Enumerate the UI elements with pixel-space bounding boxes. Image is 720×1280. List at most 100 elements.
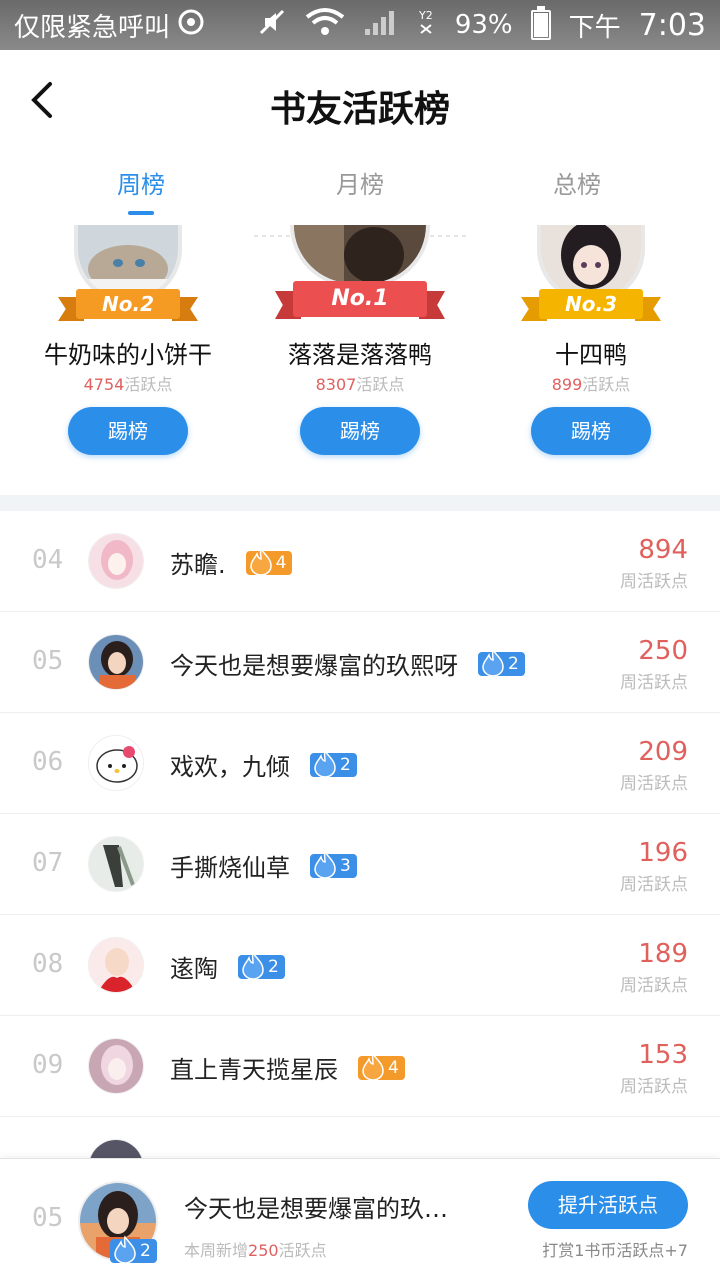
gain-value: 250 bbox=[248, 1241, 279, 1260]
activity-badge: 2 bbox=[238, 950, 285, 979]
flame-icon bbox=[114, 1235, 136, 1263]
badge-level: 3 bbox=[340, 855, 351, 876]
list-item[interactable]: 04 苏瞻. 4 894 周活跃点 bbox=[0, 511, 720, 612]
activity-label: 周活跃点 bbox=[620, 875, 688, 895]
activity-value: 196 bbox=[638, 838, 688, 868]
podium-second: No.2 牛奶味的小饼干 4754活跃点 踢榜 bbox=[8, 225, 248, 465]
rank-number: 07 bbox=[32, 848, 64, 878]
signal-2-icon: Y2 bbox=[417, 7, 437, 44]
tab-weekly[interactable]: 周榜 bbox=[61, 165, 221, 200]
reward-tip: 打赏1书币活跃点+7 bbox=[542, 1241, 688, 1260]
my-name: 今天也是想要爆富的玖… bbox=[184, 1195, 448, 1223]
flame-icon bbox=[242, 950, 264, 979]
avatar[interactable] bbox=[88, 735, 144, 791]
podium-points: 899活跃点 bbox=[471, 371, 711, 395]
rank-number: 06 bbox=[32, 747, 64, 777]
flame-icon bbox=[314, 849, 336, 878]
list-item[interactable]: 07 手撕烧仙草 3 196 周活跃点 bbox=[0, 814, 720, 915]
rank-number: 08 bbox=[32, 949, 64, 979]
clock: 7:03 bbox=[638, 7, 706, 43]
user-name-row: 直上青天揽星辰 4 bbox=[170, 1050, 405, 1085]
battery-fill bbox=[533, 12, 548, 37]
tab-total[interactable]: 总榜 bbox=[497, 165, 657, 200]
points-value: 8307 bbox=[315, 375, 357, 394]
boost-activity-button[interactable]: 提升活跃点 bbox=[528, 1181, 688, 1229]
points-value: 899 bbox=[551, 375, 583, 394]
flame-icon bbox=[249, 546, 272, 575]
activity-value: 153 bbox=[638, 1040, 688, 1070]
rank-tabs: 周榜 月榜 总榜 bbox=[0, 165, 720, 217]
my-activity-badge: 2 bbox=[110, 1235, 157, 1263]
podium-name: 牛奶味的小饼干 bbox=[44, 341, 212, 369]
activity-badge: 3 bbox=[310, 849, 357, 878]
points-value: 4754 bbox=[83, 375, 125, 394]
activity-badge: 2 bbox=[478, 647, 525, 676]
user-name: 逺陶 bbox=[170, 955, 218, 983]
rank-ribbon: No.1 bbox=[275, 281, 445, 325]
podium-third: No.3 十四鸭 899活跃点 踢榜 bbox=[471, 225, 711, 465]
activity-value: 209 bbox=[638, 737, 688, 767]
podium-first: No.1 落落是落落鸭 8307活跃点 踢榜 bbox=[240, 225, 480, 465]
podium-points: 4754活跃点 bbox=[8, 371, 248, 395]
status-bar: 仅限紧急呼叫 Y2 93% 下午 7:03 bbox=[0, 0, 720, 50]
list-item[interactable]: 05 今天也是想要爆富的玖熙呀 2 250 周活跃点 bbox=[0, 612, 720, 713]
badge-level: 4 bbox=[275, 552, 287, 573]
activity-label: 周活跃点 bbox=[620, 572, 688, 592]
ranking-list: 04 苏瞻. 4 894 周活跃点 05 今天也是想要爆富的玖熙呀 2 250 … bbox=[0, 511, 720, 1218]
avatar[interactable] bbox=[88, 634, 144, 690]
avatar[interactable] bbox=[88, 1038, 144, 1094]
flame-icon bbox=[362, 1051, 384, 1080]
activity-badge: 4 bbox=[358, 1051, 405, 1080]
user-name: 直上青天揽星辰 bbox=[170, 1056, 338, 1084]
badge-level: 2 bbox=[140, 1241, 151, 1261]
kick-button[interactable]: 踢榜 bbox=[531, 407, 651, 455]
my-rank-number: 05 bbox=[32, 1203, 64, 1233]
points-unit: 活跃点 bbox=[124, 375, 173, 394]
battery-percent: 93% bbox=[454, 10, 513, 40]
activity-value: 189 bbox=[638, 939, 688, 969]
badge-level: 4 bbox=[388, 1057, 399, 1078]
mute-icon bbox=[257, 7, 287, 44]
activity-label: 周活跃点 bbox=[620, 774, 688, 794]
rank-number: 04 bbox=[32, 545, 64, 575]
badge-level: 2 bbox=[340, 754, 351, 775]
avatar[interactable] bbox=[290, 225, 430, 287]
list-item[interactable]: 06 戏欢，九倾 2 209 周活跃点 bbox=[0, 713, 720, 814]
user-name-row: 今天也是想要爆富的玖熙呀 2 bbox=[170, 646, 525, 681]
badge-level: 2 bbox=[508, 653, 519, 674]
kick-button[interactable]: 踢榜 bbox=[68, 407, 188, 455]
points-unit: 活跃点 bbox=[582, 375, 631, 394]
flame-icon bbox=[314, 748, 336, 777]
header: 书友活跃榜 bbox=[0, 50, 720, 150]
avatar[interactable] bbox=[88, 533, 144, 589]
kick-button[interactable]: 踢榜 bbox=[300, 407, 420, 455]
activity-value: 250 bbox=[638, 636, 688, 666]
rank-ribbon: No.3 bbox=[521, 289, 661, 325]
user-name-row: 逺陶 2 bbox=[170, 949, 285, 984]
page-title: 书友活跃榜 bbox=[269, 88, 450, 130]
activity-label: 周活跃点 bbox=[620, 673, 688, 693]
my-weekly-gain: 本周新增250活跃点 bbox=[184, 1237, 327, 1261]
wifi-icon bbox=[305, 7, 345, 44]
rank-label: No.3 bbox=[539, 289, 643, 319]
list-item[interactable]: 08 逺陶 2 189 周活跃点 bbox=[0, 915, 720, 1016]
activity-badge: 2 bbox=[310, 748, 357, 777]
avatar[interactable] bbox=[88, 836, 144, 892]
battery-icon bbox=[530, 6, 551, 40]
user-name: 戏欢，九倾 bbox=[170, 753, 290, 781]
activity-label: 周活跃点 bbox=[620, 976, 688, 996]
badge-level: 2 bbox=[268, 956, 279, 977]
rank-ribbon: No.2 bbox=[58, 289, 198, 325]
carrier-text: 仅限紧急呼叫 bbox=[14, 12, 171, 43]
tab-monthly[interactable]: 月榜 bbox=[280, 165, 440, 200]
gain-prefix: 本周新增 bbox=[184, 1241, 249, 1260]
my-rank-bar: 05 2 今天也是想要爆富的玖… 本周新增250活跃点 提升活跃点 打赏1书币活… bbox=[0, 1158, 720, 1280]
avatar[interactable] bbox=[88, 937, 144, 993]
podium-name: 落落是落落鸭 bbox=[288, 341, 432, 369]
list-item[interactable]: 09 直上青天揽星辰 4 153 周活跃点 bbox=[0, 1016, 720, 1117]
svg-text:Y2: Y2 bbox=[418, 9, 433, 22]
user-name-row: 手撕烧仙草 3 bbox=[170, 848, 357, 883]
rank-number: 05 bbox=[32, 646, 64, 676]
points-unit: 活跃点 bbox=[356, 375, 405, 394]
signal-icon bbox=[363, 7, 399, 44]
